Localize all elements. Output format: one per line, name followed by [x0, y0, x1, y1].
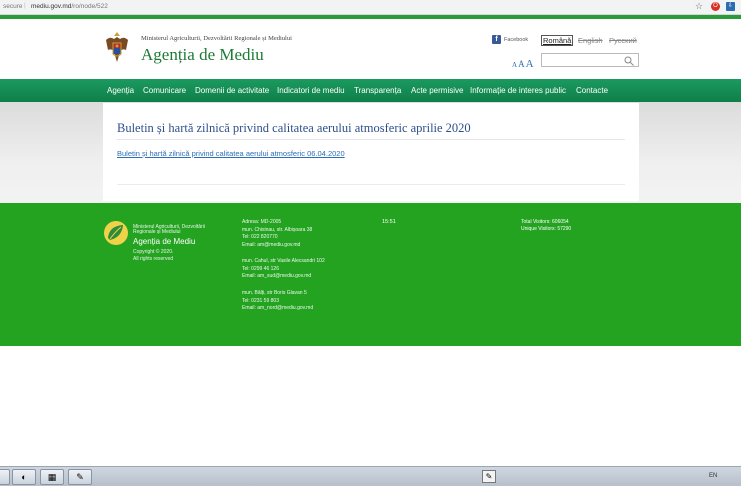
rights-text: All rights reserved [133, 256, 174, 262]
phone-line: Tel: 0299 46 126 [242, 265, 279, 272]
search-input[interactable] [541, 53, 639, 67]
url-host: mediu.gov.md [31, 3, 72, 10]
extension-download-icon[interactable]: ⇩ [726, 2, 735, 11]
footer-copyright: Copyright © 2020. All rights reserved [133, 249, 173, 263]
font-size-small[interactable]: A [512, 61, 517, 69]
nav-item-transparenta[interactable]: Transparența [354, 86, 401, 95]
browser-address-bar[interactable]: secure | mediu.gov.md/ro/node/522 ☆ O ⇩ [0, 0, 741, 15]
content-divider [117, 184, 625, 185]
facebook-link[interactable]: Facebook [504, 37, 528, 43]
email-link[interactable]: Email: am_nord@mediu.gov.md [242, 305, 313, 313]
nav-item-informatie[interactable]: Informație de interes public [470, 86, 566, 95]
main-navigation: Agenția Comunicare Domenii de activitate… [0, 79, 741, 102]
bulletin-link[interactable]: Buletin și hartă zilnică privind calitat… [117, 149, 345, 158]
taskbar-window-icon[interactable]: ▦ [40, 469, 64, 485]
lang-russian[interactable]: Русский [609, 36, 637, 45]
taskbar-paint-icon[interactable]: ✎ [68, 469, 92, 485]
title-divider [117, 139, 625, 140]
email-link[interactable]: Email: am@mediu.gov.md [242, 242, 312, 250]
footer-agency: Agenția de Mediu [133, 237, 196, 246]
font-size-medium[interactable]: A [518, 59, 525, 69]
facebook-icon[interactable]: f [492, 35, 501, 44]
secure-label: secure [3, 3, 23, 10]
phone-line: Tel: 022 820770 [242, 234, 278, 240]
lang-english[interactable]: English [578, 36, 603, 45]
taskbar-start-edge-icon[interactable] [0, 469, 10, 485]
font-size-large[interactable]: A [526, 58, 534, 70]
email-link[interactable]: Email: am_sud@mediu.gov.md [242, 273, 325, 281]
url-path: /ro/node/522 [71, 3, 108, 10]
address-line: Adresa: MD-2005 [242, 219, 282, 225]
address-line: mun. Cahul, str Vasile Alecsandri 102 [242, 258, 325, 264]
taskbar-app-icon[interactable]: ◐ [12, 469, 36, 485]
address-chisinau: Adresa: MD-2005 mun. Chisinau, str. Albi… [242, 219, 312, 249]
nav-item-contacte[interactable]: Contacte [576, 86, 608, 95]
address-line: mun. Bălți, str Boris Glavan 5 [242, 290, 307, 296]
search-icon[interactable] [624, 56, 634, 66]
top-green-strip [0, 15, 741, 19]
nav-item-agentia[interactable]: Agenția [107, 86, 134, 95]
visitor-stats: Total Visitors: 606054 Unique Visitors: … [521, 219, 571, 233]
footer-time: 15:51 [382, 219, 396, 225]
address-balti: mun. Bălți, str Boris Glavan 5 Tel: 0231… [242, 290, 313, 313]
footer-ministry: Ministerul Agriculturii, Dezvoltării Reg… [133, 224, 205, 235]
agency-leaf-logo-icon[interactable] [103, 220, 129, 246]
os-taskbar: ◐ ▦ ✎ ✎ EN [0, 466, 741, 486]
phone-line: Tel: 0231 59 803 [242, 297, 279, 304]
moldova-coat-of-arms-icon[interactable] [104, 30, 130, 66]
nav-item-indicatori[interactable]: Indicatori de mediu [277, 86, 345, 95]
font-size-controls: AAA [512, 54, 535, 72]
nav-item-comunicare[interactable]: Comunicare [143, 86, 186, 95]
url-text[interactable]: mediu.gov.md/ro/node/522 [31, 3, 108, 10]
site-title[interactable]: Agenția de Mediu [141, 45, 264, 65]
address-line: mun. Chisinau, str. Albișoara 38 [242, 226, 313, 233]
extension-opera-icon[interactable]: O [711, 2, 720, 11]
nav-item-acte[interactable]: Acte permisive [411, 86, 463, 95]
lang-romana[interactable]: Română [541, 35, 574, 46]
keyboard-language[interactable]: EN [709, 473, 717, 479]
bookmark-star-icon[interactable]: ☆ [695, 1, 703, 12]
ministry-name: Ministerul Agriculturii, Dezvoltării Reg… [141, 35, 292, 42]
nav-item-domenii[interactable]: Domenii de activitate [195, 86, 269, 95]
url-separator: | [24, 2, 26, 9]
copyright-text: Copyright © 2020. [133, 249, 174, 255]
taskbar-notepad-icon[interactable]: ✎ [482, 470, 496, 483]
address-cahul: mun. Cahul, str Vasile Alecsandri 102 Te… [242, 258, 325, 281]
unique-visitors: Unique Visitors: 57290 [521, 226, 572, 232]
total-visitors: Total Visitors: 606054 [521, 219, 569, 225]
page-title: Buletin și hartă zilnică privind calitat… [117, 121, 471, 135]
